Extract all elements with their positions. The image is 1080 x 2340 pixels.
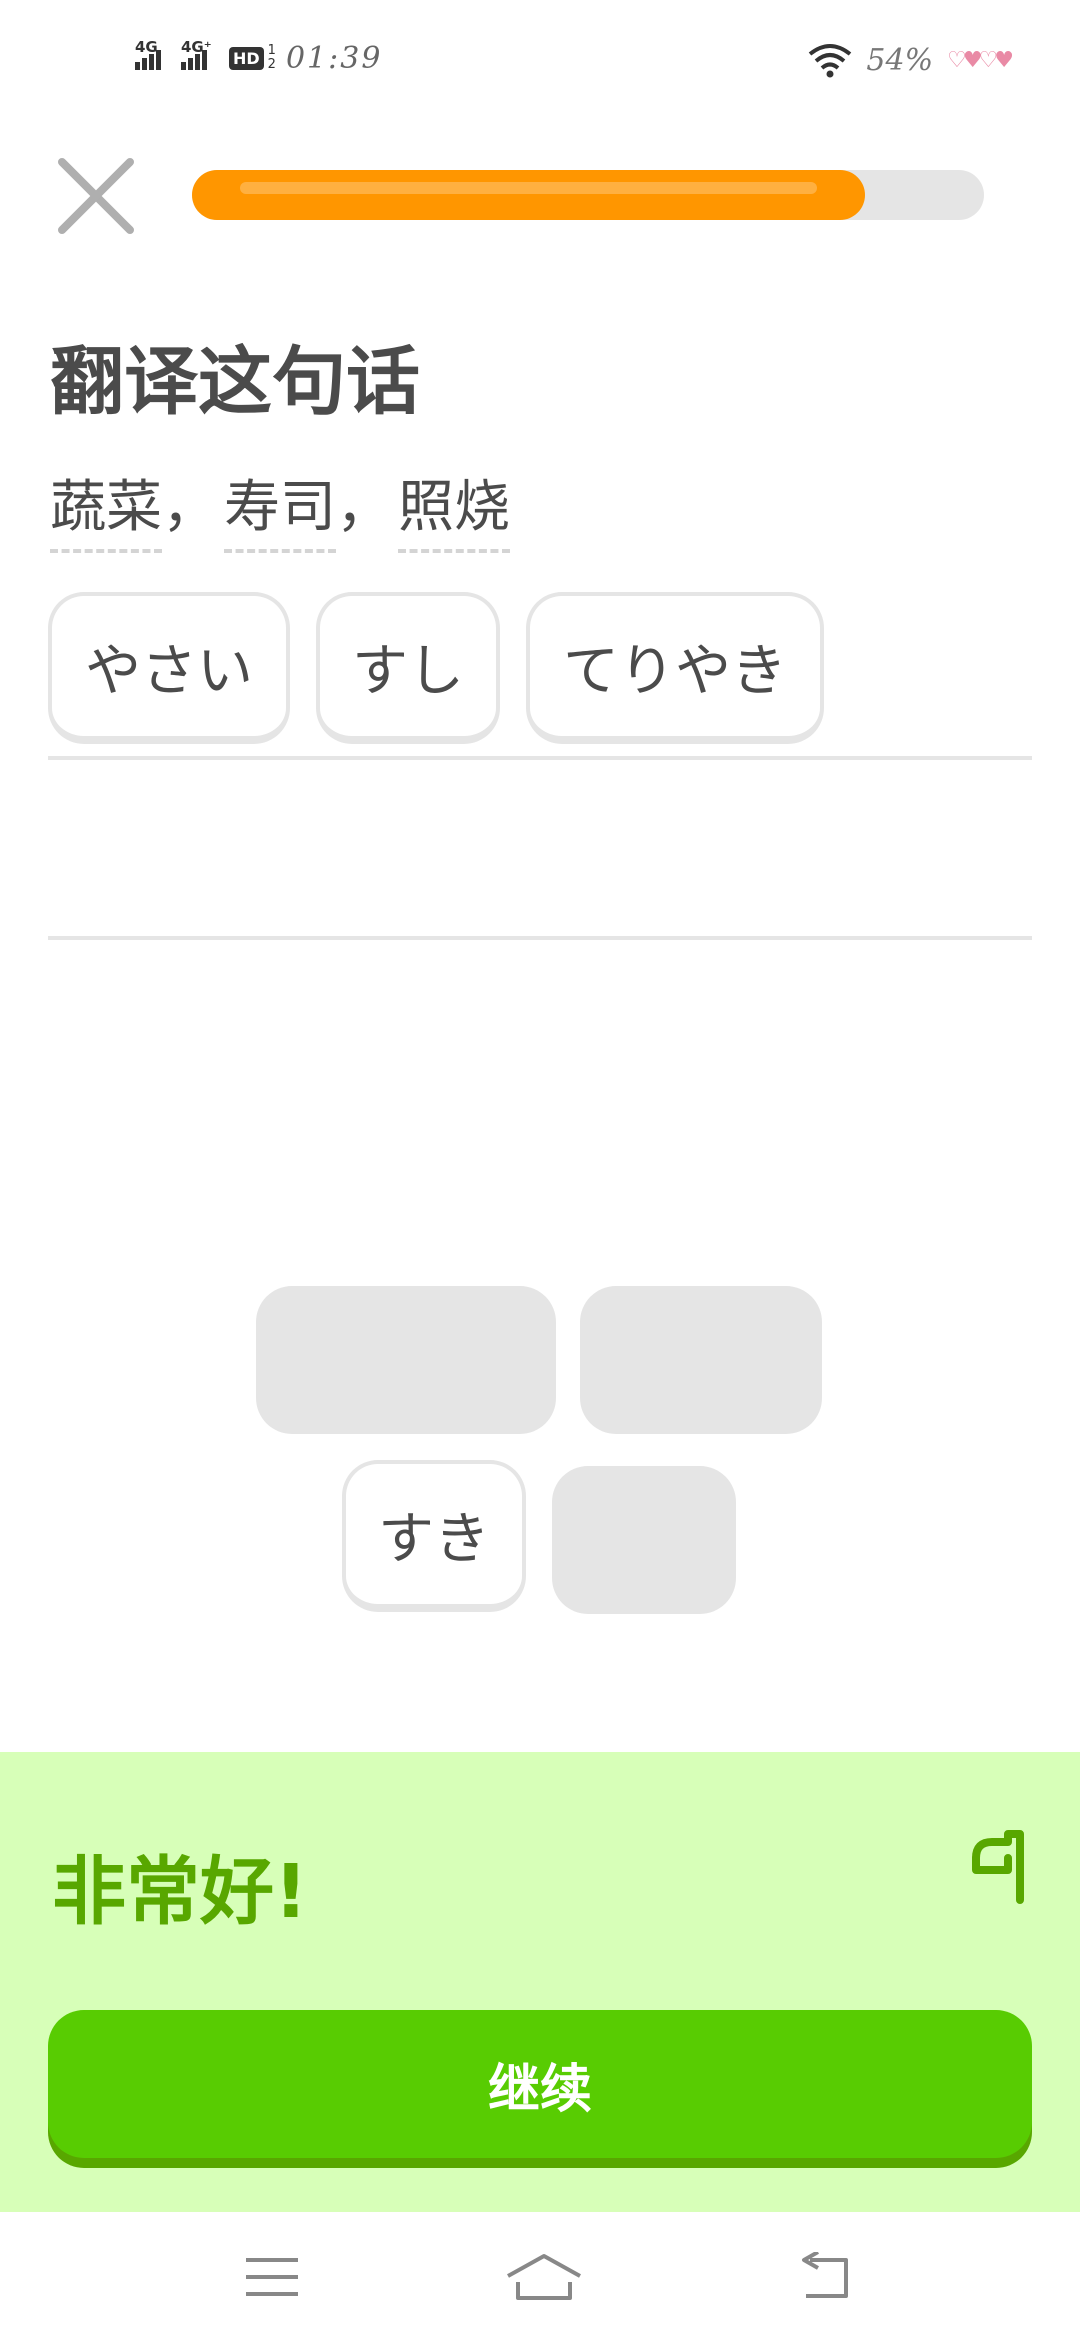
feedback-panel: 非常好! 继续 <box>0 1752 1080 2212</box>
prompt-separator-1: ， <box>162 475 218 540</box>
hearts-battery-icon: ♡♥♡♥ <box>947 47 1014 73</box>
progress-shine <box>240 182 818 194</box>
battery-level: 54% <box>866 42 934 78</box>
prompt-word-3[interactable]: 照烧 <box>398 462 510 553</box>
answer-chip-teriyaki[interactable]: てりやき <box>526 592 824 744</box>
word-bank-chip-suki[interactable]: すき <box>342 1460 526 1612</box>
status-time: 01:39 <box>285 40 383 76</box>
prompt-word-1[interactable]: 蔬菜 <box>50 462 162 553</box>
menu-icon[interactable] <box>242 2252 302 2302</box>
close-icon[interactable] <box>52 152 140 240</box>
answer-chip-sushi[interactable]: すし <box>316 592 500 744</box>
signal-2-label: 4G⁺ <box>181 38 212 56</box>
back-icon[interactable] <box>796 2252 856 2302</box>
answer-line-1 <box>48 756 1032 760</box>
wifi-icon <box>809 44 852 78</box>
status-bar: 4G 4G⁺ HD 1 2 01:39 54% ♡♥♡♥ <box>0 0 1080 110</box>
hd-sub-2: 2 <box>267 57 276 72</box>
page-title: 翻译这句话 <box>50 339 420 425</box>
feedback-title: 非常好! <box>52 1849 308 1935</box>
hd-sub-1: 1 <box>267 43 276 58</box>
system-nav-bar <box>0 2212 1080 2340</box>
prompt-word-2[interactable]: 寿司 <box>224 462 336 553</box>
prompt-separator-2: ， <box>336 475 392 540</box>
word-bank-slot-1 <box>256 1286 556 1434</box>
word-bank-slot-2 <box>580 1286 822 1434</box>
prompt-sentence: 蔬菜 ， 寿司 ， 照烧 <box>50 462 510 553</box>
answer-chip-yasai[interactable]: やさい <box>48 592 290 744</box>
hd-icon: HD <box>229 46 264 70</box>
word-bank-slot-3 <box>552 1466 736 1614</box>
home-icon[interactable] <box>504 2252 584 2302</box>
signal-1-icon: 4G <box>135 38 161 70</box>
signal-2-icon: 4G⁺ <box>181 38 212 70</box>
continue-button[interactable]: 继续 <box>48 2010 1032 2158</box>
hd-sub: 1 2 <box>268 44 276 72</box>
status-left: 4G 4G⁺ HD 1 2 01:39 <box>135 38 382 78</box>
progress-bar <box>192 170 984 220</box>
status-right: 54% ♡♥♡♥ <box>808 38 1014 82</box>
report-flag-icon[interactable] <box>968 1830 1028 1904</box>
progress-fill <box>192 170 866 220</box>
signal-1-label: 4G <box>135 38 158 56</box>
answer-line-2 <box>48 936 1032 940</box>
